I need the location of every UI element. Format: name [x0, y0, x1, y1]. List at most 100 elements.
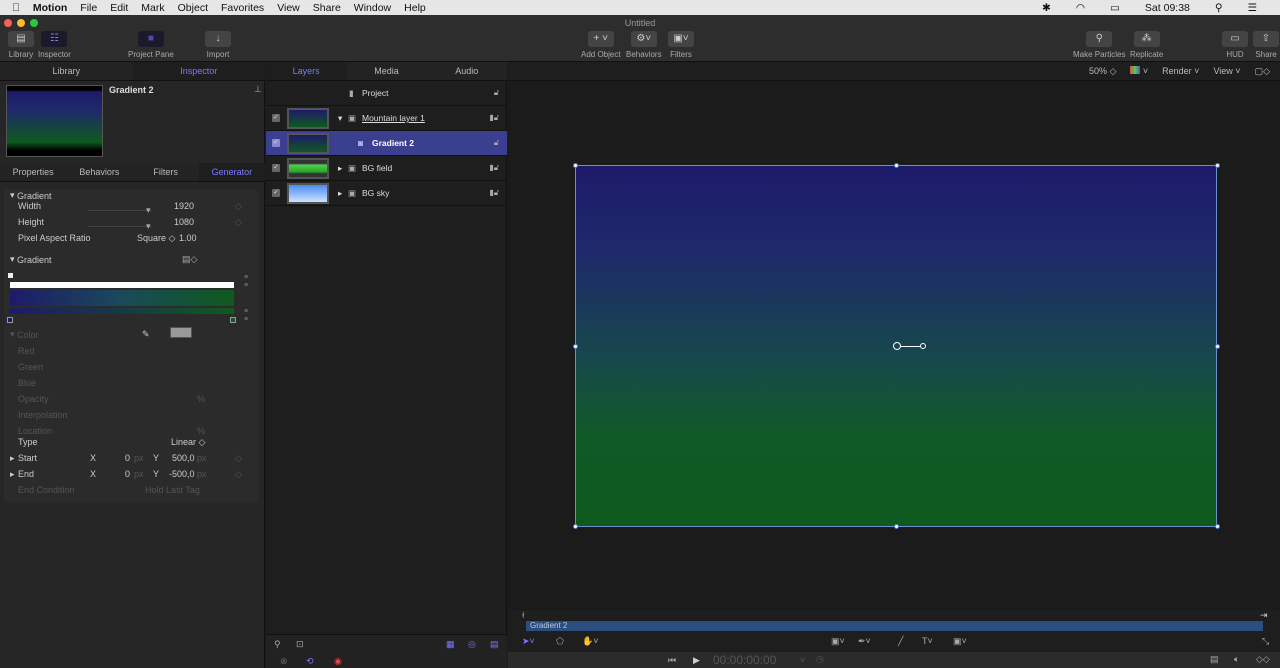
motion-path-icon[interactable]: ⊗ — [280, 656, 288, 667]
handle[interactable] — [1215, 163, 1220, 168]
project-pane-button[interactable]: ■ Project Pane — [128, 31, 174, 59]
keyframe-icon[interactable]: ◇ — [235, 217, 242, 228]
timecode-menu-icon[interactable]: ˅ — [800, 655, 805, 665]
playhead-icon[interactable]: ⍿ — [522, 610, 524, 621]
lock-icon[interactable]: 🔓︎ — [494, 88, 499, 98]
hand-tool-icon[interactable]: ✋˅ — [582, 636, 598, 647]
record-icon[interactable]: ◉ — [334, 656, 342, 667]
out-point-icon[interactable]: ⇥ — [1260, 610, 1268, 621]
disclosure-triangle[interactable]: ▸ — [338, 188, 342, 199]
zoom-menu[interactable]: 50% ◇ — [1089, 62, 1116, 80]
par-mode-select[interactable]: Square ◇ — [137, 233, 175, 244]
height-slider[interactable] — [88, 226, 152, 227]
transform-tool-icon[interactable]: ⬠ — [556, 636, 564, 647]
handle[interactable] — [1215, 524, 1220, 529]
gradient-object[interactable] — [573, 163, 1220, 529]
par-value[interactable]: 1.00 — [179, 233, 197, 243]
timing-view-icon[interactable]: ▤ — [490, 639, 499, 650]
disclosure-triangle[interactable]: ▸ — [338, 163, 342, 174]
menu-file[interactable]: File — [80, 2, 97, 14]
import-button[interactable]: ↓ Import — [205, 31, 231, 59]
wifi-icon[interactable]: ◠ — [1076, 2, 1085, 14]
lock-icon[interactable]: ▮🔓︎ — [489, 188, 499, 198]
select-tool-icon[interactable]: ➤˅ — [522, 636, 535, 647]
shape-tool-icon[interactable]: ▣˅ — [831, 636, 845, 647]
pin-icon[interactable]: ⊥ — [254, 84, 262, 95]
type-select[interactable]: Linear ◇ — [171, 437, 205, 448]
start-y-value[interactable]: 500,0 — [172, 453, 195, 463]
layer-project[interactable]: ▮ Project 🔓︎ — [266, 81, 507, 106]
paint-tool-icon[interactable]: ╱ — [898, 636, 903, 647]
eyedropper-icon[interactable]: ✎ — [142, 329, 150, 340]
bluetooth-icon[interactable]: ✱ — [1042, 2, 1051, 14]
opacity-bar[interactable] — [10, 282, 234, 288]
gradient-direction-handle[interactable] — [920, 343, 926, 349]
color-tag-end[interactable] — [230, 317, 236, 323]
handle[interactable] — [1215, 344, 1220, 349]
handle[interactable] — [573, 524, 578, 529]
go-to-start-icon[interactable]: ⏮ — [668, 655, 676, 666]
timecode[interactable]: 00:00:00:00 — [713, 653, 776, 667]
menu-view[interactable]: View — [277, 2, 300, 14]
visibility-checkbox[interactable]: ✓ — [272, 139, 280, 147]
visibility-checkbox[interactable]: ✓ — [272, 114, 280, 122]
tab-filters[interactable]: Filters — [133, 163, 199, 181]
clock[interactable]: Sat 09:38 — [1145, 2, 1190, 14]
width-value[interactable]: 1920 — [174, 201, 194, 211]
color-bar[interactable] — [10, 308, 234, 314]
add-object-button[interactable]: + ˅ Add Object — [581, 31, 621, 59]
color-tag-start[interactable] — [7, 317, 13, 323]
mask-tool-icon[interactable]: ▣˅ — [953, 636, 967, 647]
render-menu[interactable]: Render ˅ — [1162, 62, 1199, 80]
menu-favorites[interactable]: Favorites — [221, 2, 264, 14]
opacity-tag[interactable] — [8, 273, 13, 278]
keyframe-icon[interactable]: ◇ — [235, 469, 242, 480]
view-menu[interactable]: View ˅ — [1213, 62, 1240, 80]
width-slider[interactable] — [88, 210, 152, 211]
gradient-options-icon[interactable]: ≡ ≡ — [244, 274, 248, 290]
handle[interactable] — [573, 344, 578, 349]
gradient-preset-icon[interactable]: ▤◇ — [182, 254, 197, 265]
lock-icon[interactable]: ▮🔓︎ — [489, 163, 499, 173]
timer-icon[interactable]: ◷ — [816, 654, 824, 665]
menu-window[interactable]: Window — [354, 2, 391, 14]
expand-icon[interactable]: ⤡ — [1262, 636, 1269, 647]
visibility-checkbox[interactable]: ✓ — [272, 189, 280, 197]
audio-icon[interactable]: 🔈︎ — [1234, 654, 1239, 665]
slider-thumb-icon[interactable]: ▾ — [146, 205, 151, 216]
tab-inspector[interactable]: Inspector — [132, 62, 265, 80]
tab-audio[interactable]: Audio — [427, 62, 507, 80]
spotlight-icon[interactable]: ⚲ — [1215, 2, 1223, 14]
disclosure-triangle[interactable]: ▾ — [338, 113, 342, 124]
color-well[interactable] — [170, 327, 192, 338]
add-group-icon[interactable]: ⊡ — [296, 639, 304, 650]
anchor-point-icon[interactable] — [893, 342, 901, 350]
tab-generator[interactable]: Generator — [198, 163, 265, 181]
play-icon[interactable]: ▶ — [693, 655, 700, 666]
tab-layers[interactable]: Layers — [266, 62, 347, 80]
keyframe-icon[interactable]: ◇ — [235, 453, 242, 464]
menu-share[interactable]: Share — [313, 2, 341, 14]
library-button[interactable]: ▤ Library — [8, 31, 34, 59]
menu-edit[interactable]: Edit — [110, 2, 128, 14]
inspector-button[interactable]: ☷ Inspector — [38, 31, 71, 59]
replicate-button[interactable]: ⁂ Replicate — [1130, 31, 1163, 59]
mask-view-icon[interactable]: ◎ — [468, 639, 476, 650]
hud-button[interactable]: ▭ HUD — [1222, 31, 1248, 59]
tab-library[interactable]: Library — [0, 62, 133, 80]
view-layout-menu[interactable]: ▢◇ — [1255, 62, 1270, 80]
keyframe-icon[interactable]: ◇ — [235, 201, 242, 212]
gradient-options-icon[interactable]: ≡ ≡ — [244, 308, 248, 324]
visibility-checkbox[interactable]: ✓ — [272, 164, 280, 172]
lock-icon[interactable]: ▮🔓︎ — [489, 113, 499, 123]
apple-icon[interactable]:  — [12, 2, 20, 14]
handle[interactable] — [573, 163, 578, 168]
behaviors-button[interactable]: ⚙˅ Behaviors — [626, 31, 662, 59]
notification-icon[interactable]: ☰ — [1248, 2, 1257, 14]
thumbnail-view-icon[interactable]: ▦ — [446, 639, 455, 650]
loop-icon[interactable]: ⟲ — [306, 656, 314, 667]
timeline-clip[interactable]: Gradient 2 — [526, 621, 1263, 631]
layer-row[interactable]: ✓ ▸ ▣ BG sky ▮🔓︎ — [266, 181, 507, 206]
lock-icon[interactable]: 🔓︎ — [494, 138, 499, 148]
gradient-subheader[interactable]: ▾ Gradient ▤◇ — [10, 254, 274, 265]
